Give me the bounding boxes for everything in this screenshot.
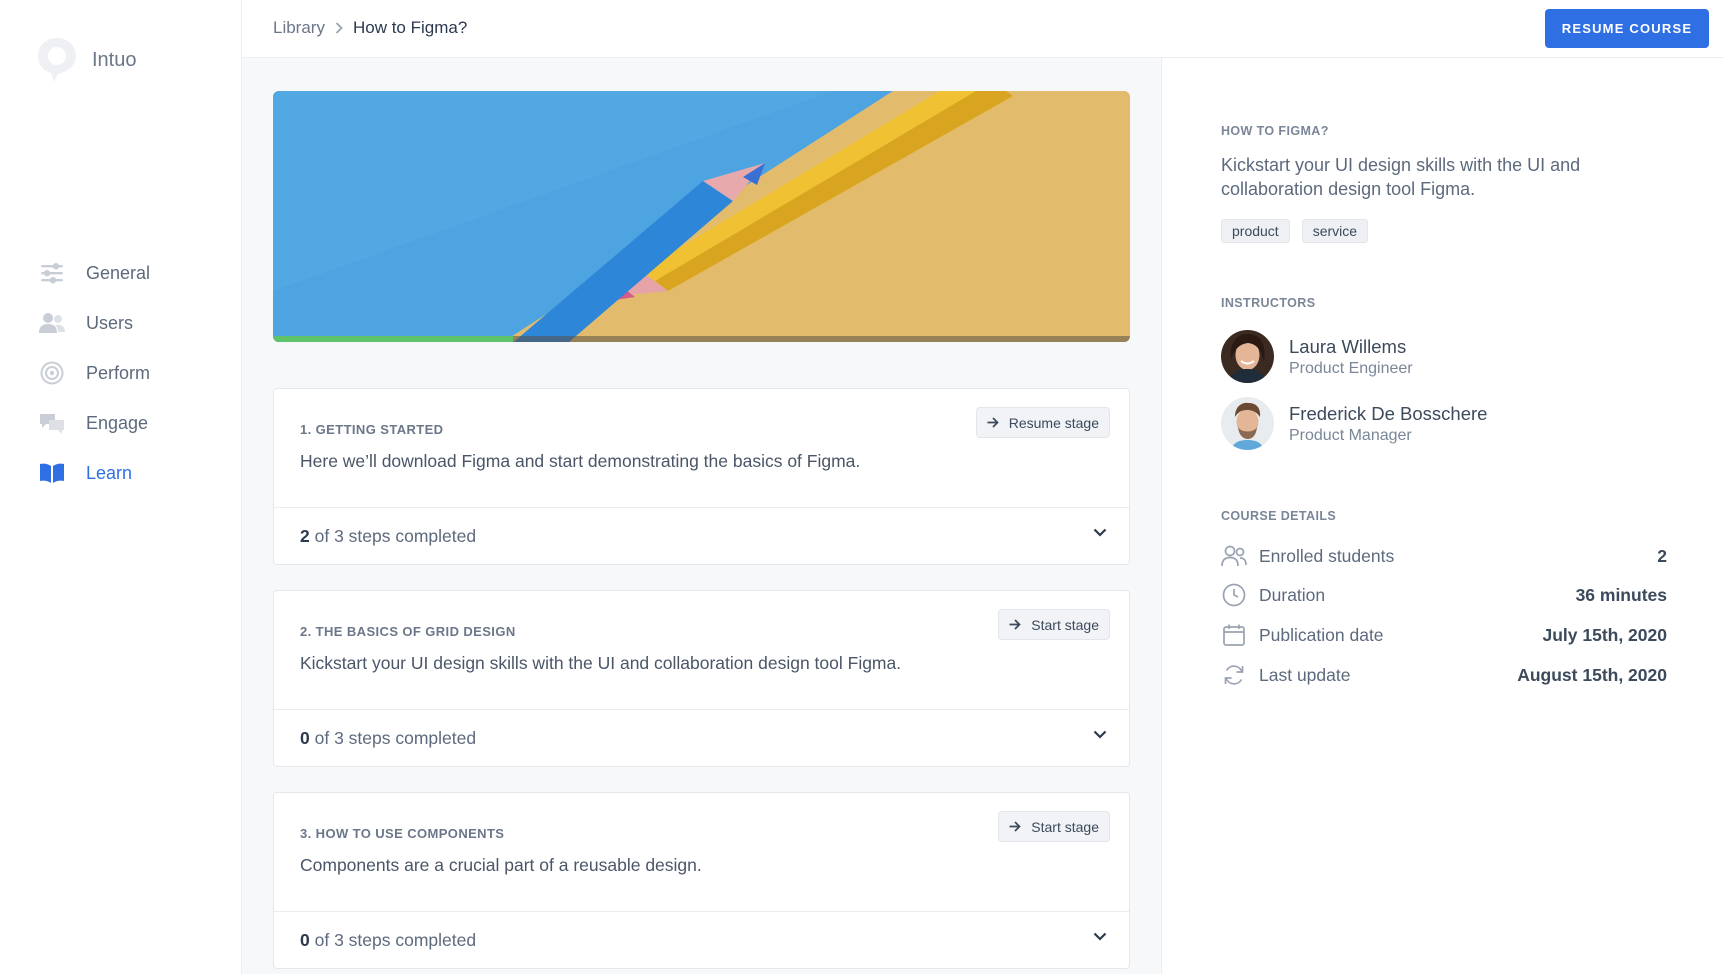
users-icon xyxy=(38,309,66,337)
nav-label: Perform xyxy=(86,362,151,383)
users-icon xyxy=(1221,543,1247,569)
stage-button-label: Start stage xyxy=(1031,818,1099,835)
tag[interactable]: product xyxy=(1221,219,1290,243)
steps-completed-count: 0 xyxy=(300,929,310,950)
instructors-heading: INSTRUCTORS xyxy=(1221,296,1316,310)
instructor-role: Product Engineer xyxy=(1289,359,1413,377)
detail-row-enrolled-students: Enrolled students 2 xyxy=(1221,542,1667,570)
stage-title: 2. THE BASICS OF GRID DESIGN xyxy=(300,624,516,639)
stage-header: 2. THE BASICS OF GRID DESIGN Kickstart y… xyxy=(274,591,1129,710)
resume-stage-button[interactable]: Resume stage xyxy=(975,407,1110,438)
brand[interactable]: Intuo xyxy=(36,36,136,84)
clock-icon xyxy=(1221,582,1247,608)
start-stage-button[interactable]: Start stage xyxy=(998,811,1110,842)
avatar xyxy=(1221,397,1274,450)
intuo-logo-icon xyxy=(38,38,76,82)
stage-card: 2. THE BASICS OF GRID DESIGN Kickstart y… xyxy=(273,590,1130,767)
nav-item-users[interactable]: Users xyxy=(38,298,150,348)
brand-name: Intuo xyxy=(92,48,137,71)
instructor-item[interactable]: Frederick De Bosschere Product Manager xyxy=(1221,397,1487,450)
nav-item-learn[interactable]: Learn xyxy=(38,448,150,498)
pencils-illustration xyxy=(273,91,1130,342)
stage-description: Kickstart your UI design skills with the… xyxy=(300,653,902,673)
course-progress-fill xyxy=(273,336,513,342)
nav-label: Engage xyxy=(86,412,149,433)
course-progress-bar xyxy=(273,336,1130,342)
top-bar: Library How to Figma? RESUME COURSE xyxy=(242,0,1724,58)
steps-completed-count: 0 xyxy=(300,727,310,748)
avatar xyxy=(1221,330,1274,383)
arrow-right-icon xyxy=(987,417,999,428)
nav-label: General xyxy=(86,262,151,283)
instructor-name: Laura Willems xyxy=(1289,335,1407,357)
instructor-name: Frederick De Bosschere xyxy=(1289,402,1488,424)
tag[interactable]: service xyxy=(1301,219,1369,243)
course-hero-image xyxy=(273,91,1130,342)
stage-steps-toggle[interactable]: 0 of 3 steps completed xyxy=(274,710,1129,766)
nav-label: Users xyxy=(86,312,134,333)
breadcrumb: Library How to Figma? xyxy=(273,18,467,38)
chat-bubbles-icon xyxy=(38,409,66,437)
detail-row-last-update: Last update August 15th, 2020 xyxy=(1221,661,1667,689)
detail-value: 36 minutes xyxy=(1575,584,1667,605)
sidebar: Intuo General Users Perform Engage Learn xyxy=(0,0,242,974)
chevron-down-icon xyxy=(1093,932,1107,941)
stage-button-label: Start stage xyxy=(1031,616,1099,633)
main-nav: General Users Perform Engage Learn xyxy=(38,248,150,498)
detail-label: Duration xyxy=(1259,584,1326,605)
detail-label: Enrolled students xyxy=(1259,545,1395,566)
stage-card: 3. HOW TO USE COMPONENTS Components are … xyxy=(273,792,1130,969)
detail-value: July 15th, 2020 xyxy=(1542,624,1667,645)
chevron-down-icon xyxy=(1093,730,1107,739)
detail-row-duration: Duration 36 minutes xyxy=(1221,581,1667,609)
nav-item-general[interactable]: General xyxy=(38,248,150,298)
detail-value: August 15th, 2020 xyxy=(1517,664,1667,685)
course-content: 1. GETTING STARTED Here we’ll download F… xyxy=(242,58,1161,974)
nav-item-engage[interactable]: Engage xyxy=(38,398,150,448)
stage-title: 1. GETTING STARTED xyxy=(300,422,444,437)
course-description: Kickstart your UI design skills with the… xyxy=(1221,155,1581,199)
calendar-icon xyxy=(1221,622,1247,648)
course-name-heading: HOW TO FIGMA? xyxy=(1221,124,1329,138)
detail-row-publication-date: Publication date July 15th, 2020 xyxy=(1221,621,1667,649)
chevron-right-icon xyxy=(335,22,343,34)
breadcrumb-library-link[interactable]: Library xyxy=(273,18,325,38)
steps-completed-count: 2 xyxy=(300,525,310,546)
instructor-role: Product Manager xyxy=(1289,426,1412,444)
stage-card: 1. GETTING STARTED Here we’ll download F… xyxy=(273,388,1130,565)
book-open-icon xyxy=(38,459,66,487)
start-stage-button[interactable]: Start stage xyxy=(998,609,1110,640)
target-icon xyxy=(38,359,66,387)
steps-completed-text: of 3 steps completed xyxy=(314,525,477,546)
arrow-right-icon xyxy=(1009,619,1021,630)
chevron-down-icon xyxy=(1093,528,1107,537)
steps-completed-text: of 3 steps completed xyxy=(314,929,477,950)
stage-header: 3. HOW TO USE COMPONENTS Components are … xyxy=(274,793,1129,912)
breadcrumb-current: How to Figma? xyxy=(352,18,468,37)
nav-label: Learn xyxy=(86,462,133,483)
refresh-icon xyxy=(1221,662,1247,688)
stage-description: Components are a crucial part of a reusa… xyxy=(300,855,702,875)
stage-button-label: Resume stage xyxy=(1008,414,1099,431)
detail-label: Last update xyxy=(1259,664,1351,685)
resume-course-button[interactable]: RESUME COURSE xyxy=(1545,9,1709,48)
stage-header: 1. GETTING STARTED Here we’ll download F… xyxy=(274,389,1129,508)
stage-steps-toggle[interactable]: 2 of 3 steps completed xyxy=(274,508,1129,564)
nav-item-perform[interactable]: Perform xyxy=(38,348,150,398)
detail-value: 2 xyxy=(1657,545,1667,566)
stage-steps-toggle[interactable]: 0 of 3 steps completed xyxy=(274,912,1129,968)
instructor-item[interactable]: Laura Willems Product Engineer xyxy=(1221,330,1413,383)
detail-label: Publication date xyxy=(1259,624,1384,645)
steps-completed-text: of 3 steps completed xyxy=(314,727,477,748)
tag-list: product service xyxy=(1221,219,1369,243)
course-details-heading: COURSE DETAILS xyxy=(1221,509,1337,523)
stage-title: 3. HOW TO USE COMPONENTS xyxy=(300,826,505,841)
sliders-icon xyxy=(38,259,66,287)
arrow-right-icon xyxy=(1009,821,1021,832)
stage-description: Here we’ll download Figma and start demo… xyxy=(300,451,861,471)
course-info-panel: HOW TO FIGMA? Kickstart your UI design s… xyxy=(1161,58,1724,974)
